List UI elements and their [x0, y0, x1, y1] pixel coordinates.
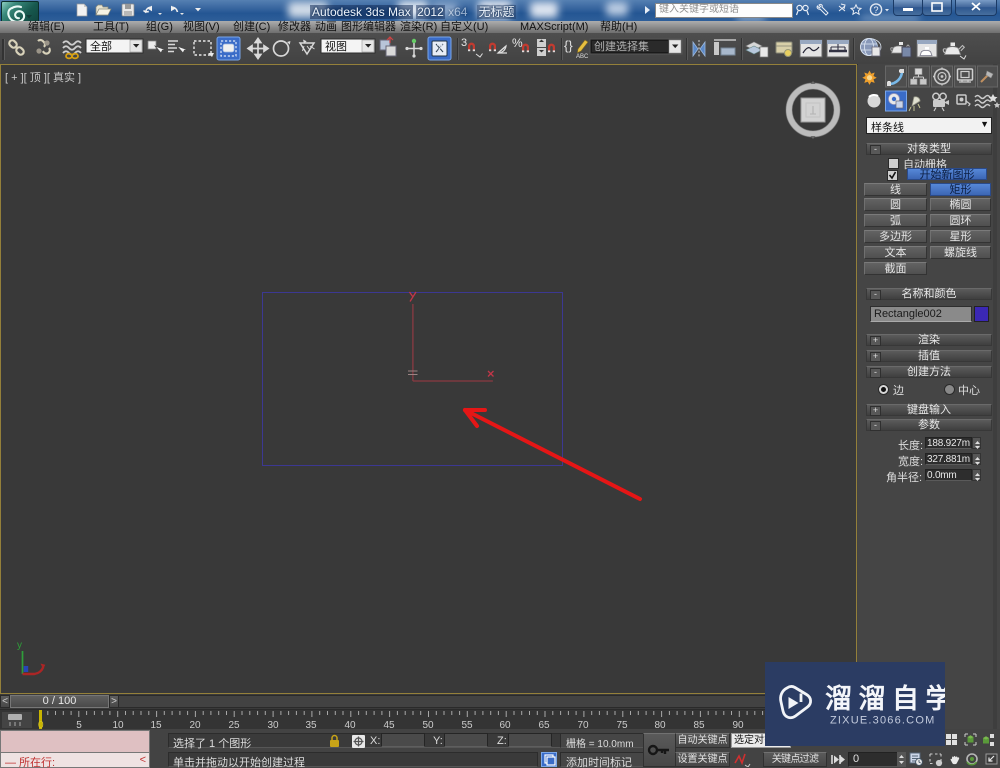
svg-text:创建选择集: 创建选择集	[594, 39, 649, 53]
svg-text:{}: {}	[564, 38, 573, 53]
svg-text:全部: 全部	[90, 39, 112, 53]
svg-text:3: 3	[461, 37, 467, 49]
svg-text:?: ?	[873, 5, 878, 15]
svg-text:y: y	[17, 640, 22, 651]
svg-text:%: %	[512, 36, 523, 50]
svg-text:ZIXUE.3066.COM: ZIXUE.3066.COM	[830, 715, 935, 727]
svg-text:溜溜自学: 溜溜自学	[825, 683, 945, 714]
svg-text:视图: 视图	[325, 39, 347, 53]
svg-text:ABC: ABC	[576, 54, 589, 60]
